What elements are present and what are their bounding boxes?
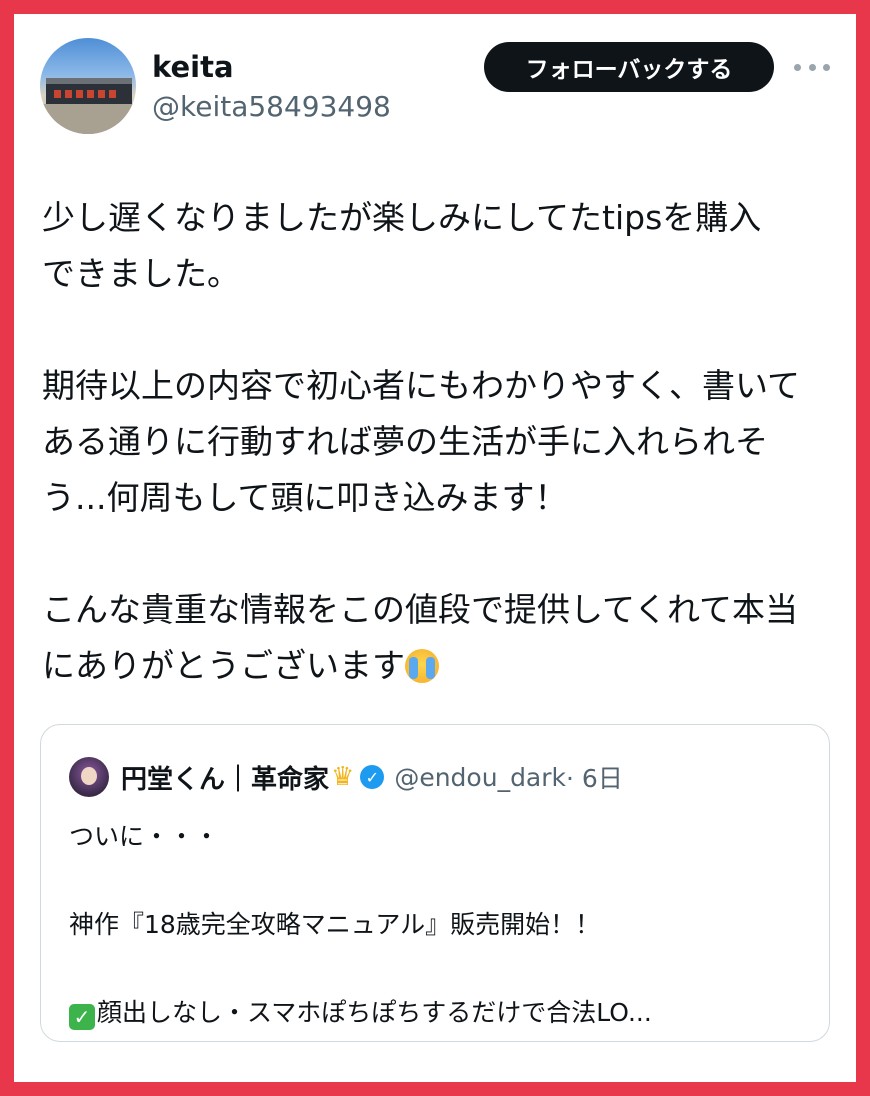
author-name[interactable]: keita (152, 50, 234, 84)
quoted-tweet-header: 円堂くん｜革命家 ♛ ✓ @endou_dark · 6日 (121, 755, 623, 799)
quoted-author-handle[interactable]: @endou_dark (394, 763, 566, 792)
text-line: ある通りに行動すれば夢の生活が手に入れられそ (42, 422, 768, 461)
crown-icon: ♛ (331, 762, 355, 792)
text-line: できました。 (42, 254, 240, 293)
text-line: 顔出しなし・スマホぽちぽちするだけで合法LO... (97, 998, 652, 1027)
text-line: にありがとうございます (42, 646, 405, 685)
check-mark-button-icon: ✓ (69, 1004, 95, 1030)
tweet-text: 少し遅くなりましたが楽しみにしてたtipsを購入 できました。 期待以上の内容で… (42, 190, 842, 694)
text-line-with-check: ✓ 顔出しなし・スマホぽちぽちするだけで合法LO... (69, 991, 809, 1035)
quoted-author-name[interactable]: 円堂くん｜革命家 (121, 759, 329, 796)
quoted-author-avatar[interactable] (69, 757, 109, 797)
follow-back-button[interactable]: フォローバックする (484, 42, 774, 92)
text-line-with-emoji: にありがとうございます (42, 638, 842, 694)
text-line: う...何周もして頭に叩き込みます！ (42, 478, 568, 517)
quoted-tweet[interactable]: 円堂くん｜革命家 ♛ ✓ @endou_dark · 6日 ついに・・・ 神作『… (40, 724, 830, 1042)
text-line: こんな貴重な情報をこの値段で提供してくれて本当 (42, 590, 799, 629)
author-avatar[interactable] (40, 38, 136, 134)
tweet-card: keita @keita58493498 フォローバックする 少し遅くなりました… (14, 14, 856, 1082)
text-line: 少し遅くなりましたが楽しみにしてたtipsを購入 (42, 198, 762, 237)
text-line: ついに・・・ (69, 822, 220, 851)
more-horizontal-icon[interactable] (794, 52, 830, 82)
author-handle[interactable]: @keita58493498 (152, 90, 391, 123)
quoted-post-time[interactable]: · 6日 (566, 759, 623, 795)
loudly-crying-face-emoji-icon (405, 649, 439, 683)
verified-badge-icon: ✓ (360, 765, 385, 789)
text-line: 期待以上の内容で初心者にもわかりやすく、書いて (42, 366, 801, 405)
quoted-tweet-text: ついに・・・ 神作『18歳完全攻略マニュアル』販売開始！！ ✓ 顔出しなし・スマホ… (69, 815, 809, 1035)
text-line: 神作『18歳完全攻略マニュアル』販売開始！！ (69, 910, 601, 939)
